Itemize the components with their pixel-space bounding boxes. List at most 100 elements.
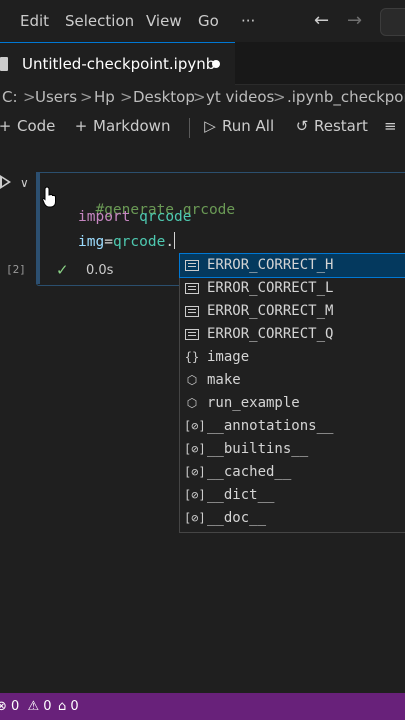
suggestion-label: make — [207, 372, 241, 388]
enum-icon — [185, 329, 199, 340]
tab-notebook[interactable]: Untitled-checkpoint.ipynb — [0, 42, 235, 85]
add-code-button[interactable]: + Code — [0, 117, 55, 135]
suggestion-item[interactable]: ERROR_CORRECT_L — [180, 277, 405, 300]
variable-icon: [⊘] — [184, 465, 206, 479]
outline-icon[interactable]: ≡ — [384, 117, 397, 135]
warning-count: 0 — [43, 699, 52, 714]
variable-icon: [⊘] — [184, 511, 206, 525]
breadcrumb-checkpoints[interactable]: .ipynb_checkpoints — [287, 88, 405, 106]
breadcrumb-desktop[interactable]: Desktop — [133, 88, 195, 106]
execution-count: [2] — [6, 263, 26, 276]
status-bar: ⊗ 0 ⚠ 0 ⌂ 0 — [0, 693, 405, 720]
plus-icon: + — [74, 117, 88, 135]
method-icon: ⬡ — [186, 373, 198, 387]
variable-icon: [⊘] — [184, 419, 206, 433]
suggestion-item[interactable]: [⊘] __annotations__ — [180, 415, 405, 438]
breadcrumb-hp[interactable]: Hp — [94, 88, 115, 106]
chevron-right-icon: > — [80, 88, 93, 106]
check-icon: ✓ — [56, 261, 69, 279]
suggestion-item[interactable]: ERROR_CORRECT_H — [179, 253, 405, 278]
suggestion-label: image — [207, 349, 250, 365]
command-center[interactable] — [380, 8, 405, 36]
ports-indicator[interactable]: ⌂ 0 — [58, 699, 79, 714]
run-all-icon: ▷ — [204, 117, 216, 135]
restart-icon: ↺ — [295, 117, 309, 135]
suggestion-list: ERROR_CORRECT_H ERROR_CORRECT_L ERROR_CO… — [179, 253, 405, 533]
hand-pointer-icon — [42, 186, 56, 208]
suggestion-label: __dict__ — [207, 487, 275, 503]
menu-go[interactable]: Go — [198, 12, 219, 30]
menu-selection[interactable]: Selection — [65, 12, 134, 30]
suggestion-item[interactable]: ⬡ make — [180, 369, 405, 392]
suggestion-item[interactable]: ERROR_CORRECT_M — [180, 300, 405, 323]
breadcrumb: C: > Users > Hp > Desktop > yt videos > … — [0, 86, 405, 110]
toolbar-divider — [189, 118, 190, 138]
run-all-label: Run All — [222, 117, 275, 135]
chevron-right-icon: > — [273, 88, 286, 106]
error-icon: ⊗ — [0, 699, 7, 714]
restart-label: Restart — [314, 117, 368, 135]
error-count: 0 — [11, 699, 20, 714]
code-variable: img — [78, 234, 105, 250]
enum-icon — [185, 260, 199, 271]
variable-icon: [⊘] — [184, 442, 206, 456]
chevron-right-icon: > — [193, 88, 206, 106]
suggestion-label: __builtins__ — [207, 441, 309, 457]
ports-count: 0 — [70, 699, 79, 714]
suggestion-item[interactable]: [⊘] __cached__ — [180, 461, 405, 484]
title-bar: Edit Selection View Go ··· ← → — [0, 0, 405, 42]
enum-icon — [185, 283, 199, 294]
code-keyword: import — [78, 209, 131, 225]
variable-icon: [⊘] — [184, 488, 206, 502]
run-all-button[interactable]: ▷ Run All — [201, 117, 274, 135]
breadcrumb-yt-videos[interactable]: yt videos — [206, 88, 274, 106]
code-line-3[interactable]: img=qrcode. — [78, 232, 176, 250]
unsaved-dot-icon[interactable] — [212, 60, 220, 68]
menu-view[interactable]: View — [146, 12, 182, 30]
notebook-toolbar: + Code + Markdown ▷ Run All ↺ Restart ≡ — [0, 112, 405, 142]
menu-more[interactable]: ··· — [241, 12, 255, 30]
code-line-2[interactable]: import qrcode — [78, 209, 192, 225]
suggestion-item[interactable]: ⬡ run_example — [180, 392, 405, 415]
back-arrow-icon[interactable]: ← — [314, 10, 329, 31]
chevron-right-icon: > — [23, 88, 36, 106]
tab-bar: Untitled-checkpoint.ipynb — [0, 42, 405, 85]
warning-icon: ⚠ — [27, 699, 40, 714]
notebook-file-icon — [0, 57, 8, 71]
breadcrumb-users[interactable]: Users — [35, 88, 77, 106]
suggestion-item[interactable]: [⊘] __doc__ — [180, 507, 405, 530]
problems-indicator[interactable]: ⊗ 0 ⚠ 0 — [0, 699, 52, 714]
execution-time: 0.0s — [86, 263, 114, 278]
suggestion-label: __doc__ — [207, 510, 267, 526]
run-cell-icon[interactable] — [0, 175, 11, 189]
forward-arrow-icon[interactable]: → — [347, 10, 362, 31]
code-operator: = — [104, 234, 113, 250]
suggestion-label: ERROR_CORRECT_L — [207, 280, 334, 296]
plus-icon: + — [0, 117, 12, 135]
chevron-right-icon: > — [120, 88, 133, 106]
suggestion-item[interactable]: ERROR_CORRECT_Q — [180, 323, 405, 346]
tab-title: Untitled-checkpoint.ipynb — [22, 55, 216, 73]
suggestion-item[interactable]: {} image — [180, 346, 405, 369]
module-icon: {} — [184, 350, 200, 364]
suggestion-label: ERROR_CORRECT_M — [207, 303, 334, 319]
code-module: qrcode — [112, 234, 166, 250]
add-markdown-button[interactable]: + Markdown — [72, 117, 171, 135]
breadcrumb-drive[interactable]: C: — [2, 88, 18, 106]
suggestion-item[interactable]: [⊘] __dict__ — [180, 484, 405, 507]
enum-icon — [185, 306, 199, 317]
suggestion-label: run_example — [207, 395, 300, 411]
broadcast-icon: ⌂ — [58, 699, 67, 714]
cell-focus-bar — [36, 172, 40, 284]
suggestion-label: __cached__ — [207, 464, 292, 480]
method-icon: ⬡ — [186, 396, 198, 410]
restart-button[interactable]: ↺ Restart — [293, 117, 368, 135]
suggestion-label: ERROR_CORRECT_Q — [207, 326, 334, 342]
code-module: qrcode — [139, 209, 192, 225]
add-markdown-label: Markdown — [93, 117, 171, 135]
suggestion-label: __annotations__ — [207, 418, 334, 434]
text-cursor — [174, 232, 176, 249]
chevron-down-icon[interactable]: ∨ — [20, 176, 29, 190]
suggestion-item[interactable]: [⊘] __builtins__ — [180, 438, 405, 461]
menu-edit[interactable]: Edit — [20, 12, 49, 30]
